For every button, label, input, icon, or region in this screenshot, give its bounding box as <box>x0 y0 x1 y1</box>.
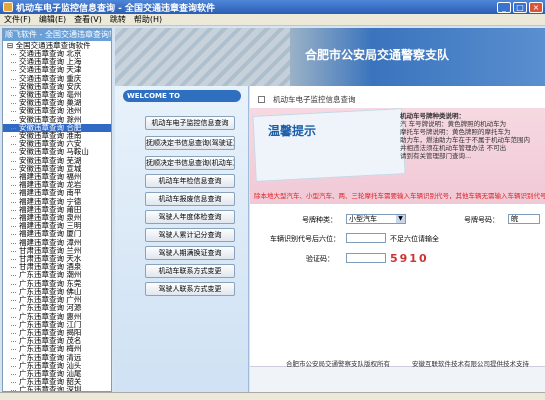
notice-text: 机动车号牌种类说明： 汽 车号牌说明：黄色牌照的机动车为 摩托车号牌说明：黄色牌… <box>400 112 540 198</box>
window-title: 机动车电子监控信息查询 - 全国交通违章查询软件 <box>16 3 216 14</box>
captcha-input[interactable] <box>346 253 386 263</box>
app-icon <box>3 2 13 12</box>
captcha-image[interactable]: 5910 <box>390 252 429 265</box>
footer-support: 安徽互联软件技术有限公司提供技术支持 <box>412 360 529 368</box>
notice-line: 汽 车号牌说明：黄色牌照的机动车为 <box>400 120 507 128</box>
nav-button-annual-inspection[interactable]: 机动车年检信息查询 <box>145 174 235 188</box>
nav-panel: WELCOME TO 机动车电子监控信息查询 抚顺决定书信息查询(驾驶证) 抚顺… <box>115 86 249 392</box>
vin-input[interactable] <box>346 233 386 243</box>
minimize-button[interactable]: _ <box>497 1 511 13</box>
footer <box>250 366 545 392</box>
maximize-button[interactable]: □ <box>513 1 527 13</box>
title-bar: 机动车电子监控信息查询 - 全国交通违章查询软件 _ □ × <box>0 0 545 14</box>
menu-help[interactable]: 帮助(H) <box>130 14 166 25</box>
banner-text: 合肥市公安局交通警察支队 <box>305 48 450 62</box>
menu-bar: 文件(F) 编辑(E) 查看(V) 跳转 帮助(H) <box>0 14 545 26</box>
menu-view[interactable]: 查看(V) <box>70 14 106 25</box>
title-checkbox-icon <box>258 96 265 103</box>
nav-button-scrap[interactable]: 机动车报废信息查询 <box>145 192 235 206</box>
content-area: 机动车电子监控信息查询 温馨提示 机动车号牌种类说明： 汽 车号牌说明：黄色牌照… <box>250 86 545 392</box>
menu-file[interactable]: 文件(F) <box>0 14 35 25</box>
captcha-label: 验证码： <box>306 255 334 263</box>
tree-header: 顺飞软件 - 全国交通违章查询软件 <box>3 29 111 41</box>
tip-label: 温馨提示 <box>268 124 317 138</box>
nav-button-driver-exam[interactable]: 驾驶人年度体检查询 <box>145 210 235 224</box>
nav-button-license-renewal[interactable]: 驾驶人期满换证查询 <box>145 246 235 260</box>
tip-card <box>252 108 406 182</box>
vin-label: 车辆识别代号后六位： <box>270 235 340 243</box>
close-button[interactable]: × <box>529 1 543 13</box>
notice-line: 请到有关管理部门查询... <box>400 152 472 160</box>
welcome-label: WELCOME TO <box>123 90 241 102</box>
plate-type-value: 小型汽车 <box>349 215 377 223</box>
nav-button-driver-points[interactable]: 驾驶人累计记分查询 <box>145 228 235 242</box>
city-tree[interactable]: 顺飞软件 - 全国交通违章查询软件 ⊟ 全国交通违章查询软件 交通违章查询 北京… <box>2 28 112 392</box>
banner-photo <box>115 28 290 86</box>
plate-type-select[interactable]: 小型汽车 ▼ <box>346 214 406 224</box>
nav-button-decision-vehicle[interactable]: 抚顺决定书信息查询(机动车) <box>145 156 235 170</box>
content-title: 机动车电子监控信息查询 <box>258 94 356 105</box>
menu-goto[interactable]: 跳转 <box>106 14 130 25</box>
plate-number-input[interactable]: 皖 <box>508 214 540 224</box>
nav-button-decision-license[interactable]: 抚顺决定书信息查询(驾驶证) <box>145 136 235 150</box>
status-bar <box>0 392 545 400</box>
vin-hint: 不足六位请输全 <box>390 235 439 243</box>
nav-button-vehicle-contact[interactable]: 机动车联系方式变更 <box>145 264 235 278</box>
footer-copyright: 合肥市公安局交通警察支队版权所有 <box>286 360 390 368</box>
notice-line: 并相违法须在机动车管理办法 不可出 <box>400 144 507 152</box>
notice-line: 助力车，燃油助力车在于不属于机动车范围内 <box>400 136 530 144</box>
menu-edit[interactable]: 编辑(E) <box>35 14 70 25</box>
content-title-text: 机动车电子监控信息查询 <box>273 95 356 104</box>
nav-button-driver-contact[interactable]: 驾驶人联系方式变更 <box>145 282 235 296</box>
plate-number-label: 号牌号码： <box>464 216 499 224</box>
nav-button-vehicle-monitor[interactable]: 机动车电子监控信息查询 <box>145 116 235 130</box>
notice-head: 机动车号牌种类说明： <box>400 112 465 120</box>
tree-list: 交通违章查询 北京 交通违章查询 上海 交通违章查询 天津 交通违章查询 重庆 安徽违章… <box>3 49 111 391</box>
warning-text: 除本地大型汽车、小型汽车、两、三轮摩托车需要输入车辆识别代号，其他车辆无需输入车… <box>254 192 545 200</box>
notice-line: 摩托车号牌说明：黄色牌照的摩托车为 <box>400 128 511 136</box>
banner: 合肥市公安局交通警察支队 <box>115 28 545 86</box>
chevron-down-icon[interactable]: ▼ <box>396 215 405 223</box>
plate-type-label: 号牌种类： <box>302 216 337 224</box>
